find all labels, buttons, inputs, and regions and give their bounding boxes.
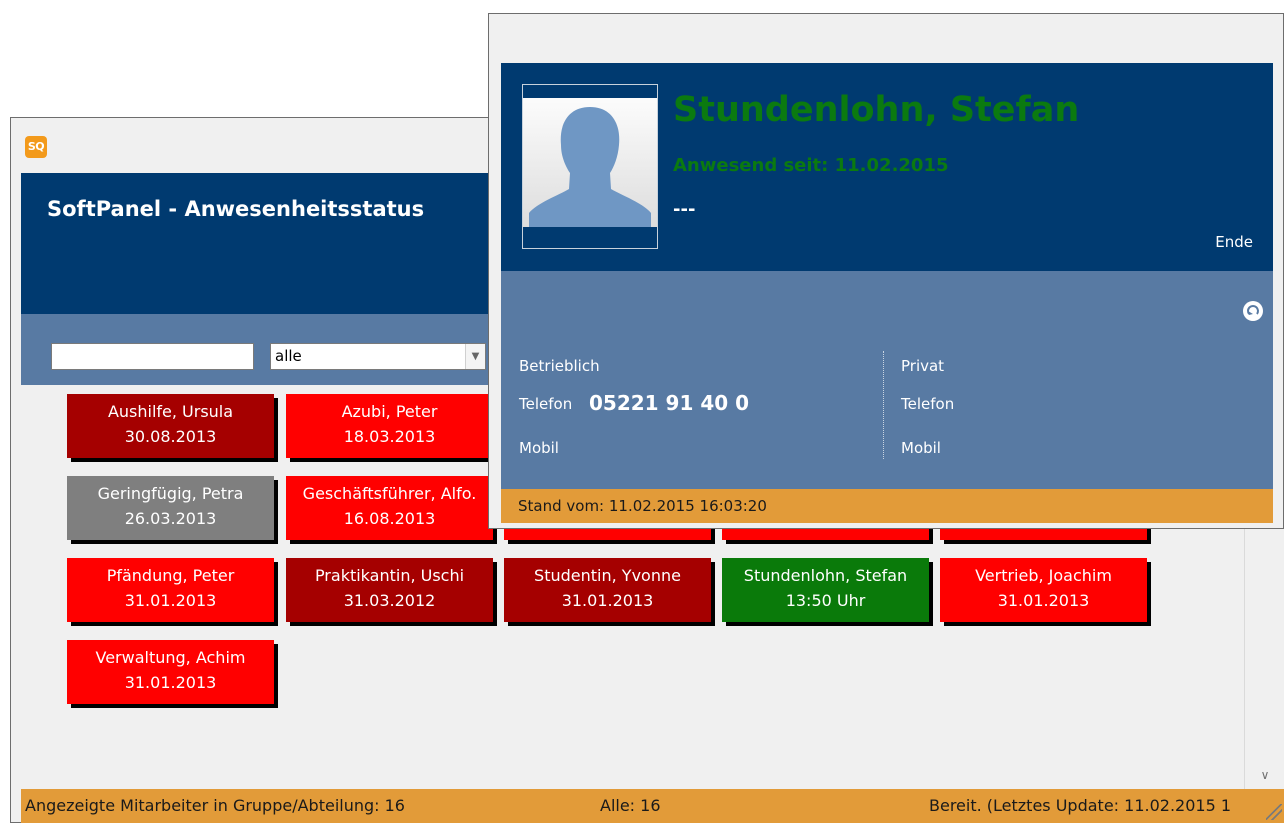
- employee-status-info: 31.01.2013: [124, 591, 217, 610]
- employee-name: Geschäftsführer, Alfo.: [302, 484, 477, 503]
- status-bar: Angezeigte Mitarbeiter in Gruppe/Abteilu…: [21, 789, 1284, 823]
- employee-status-info: 30.08.2013: [124, 427, 217, 446]
- popup-header: Stundenlohn, Stefan Anwesend seit: 11.02…: [501, 63, 1273, 271]
- employee-tile[interactable]: Pfändung, Peter 31.01.2013: [67, 558, 274, 622]
- employee-tile[interactable]: Geschäftsführer, Alfo. 16.08.2013: [286, 476, 493, 540]
- person-silhouette-icon: [523, 85, 657, 248]
- employee-status-info: 16.08.2013: [343, 509, 436, 528]
- employee-tile[interactable]: Stundenlohn, Stefan 13:50 Uhr: [722, 558, 929, 622]
- employee-name: Geringfügig, Petra: [97, 484, 244, 503]
- employee-tile[interactable]: Vertrieb, Joachim 31.01.2013: [940, 558, 1147, 622]
- info-text: ---: [673, 199, 696, 220]
- employee-status-info: 31.01.2013: [997, 591, 1090, 610]
- employee-name: Studentin, Yvonne: [534, 566, 681, 585]
- private-phone-label: Telefon: [901, 395, 955, 413]
- employee-tile[interactable]: Praktikantin, Uschi 31.03.2012: [286, 558, 493, 622]
- employee-status-info: 13:50 Uhr: [785, 591, 866, 610]
- private-heading: Privat: [901, 357, 945, 375]
- employee-tile[interactable]: Studentin, Yvonne 31.01.2013: [504, 558, 711, 622]
- business-phone-label: Telefon: [519, 395, 573, 413]
- group-select[interactable]: alle ▼: [270, 343, 486, 370]
- business-mobile-label: Mobil: [519, 439, 559, 457]
- employee-status-info: 31.01.2013: [124, 673, 217, 692]
- employee-detail-popup: Stundenlohn, Stefan Anwesend seit: 11.02…: [488, 13, 1284, 529]
- popup-timestamp: Stand vom: 11.02.2015 16:03:20: [518, 497, 767, 515]
- search-input[interactable]: [51, 343, 254, 370]
- app-logo-icon: SQ: [25, 136, 47, 158]
- scroll-down-icon[interactable]: ∨: [1245, 761, 1284, 789]
- employee-tile[interactable]: Aushilfe, Ursula 30.08.2013: [67, 394, 274, 458]
- employee-name: Praktikantin, Uschi: [314, 566, 465, 585]
- employee-name: Aushilfe, Ursula: [107, 402, 234, 421]
- employee-name: Pfändung, Peter: [106, 566, 235, 585]
- employee-status-info: 26.03.2013: [124, 509, 217, 528]
- employee-status-info: 18.03.2013: [343, 427, 436, 446]
- group-select-value: alle: [275, 347, 302, 365]
- avatar: [522, 84, 658, 249]
- dropdown-arrow-icon[interactable]: ▼: [465, 344, 485, 369]
- employee-status-info: 31.01.2013: [561, 591, 654, 610]
- resize-grip-icon[interactable]: [1266, 804, 1282, 820]
- business-phone-value: 05221 91 40 0: [589, 391, 750, 415]
- employee-status-info: 31.03.2012: [343, 591, 436, 610]
- employee-name: Vertrieb, Joachim: [975, 566, 1112, 585]
- private-mobile-label: Mobil: [901, 439, 941, 457]
- presence-status: Anwesend seit: 11.02.2015: [673, 155, 949, 176]
- popup-status-bar: Stand vom: 11.02.2015 16:03:20: [501, 489, 1273, 523]
- column-divider: [883, 351, 884, 459]
- app-title: SoftPanel - Anwesenheitsstatus: [47, 197, 425, 221]
- contact-panel: Betrieblich Telefon 05221 91 40 0 Mobil …: [501, 271, 1273, 489]
- employee-name: Verwaltung, Achim: [95, 648, 246, 667]
- end-button[interactable]: Ende: [1215, 233, 1253, 251]
- employee-count-label: Angezeigte Mitarbeiter in Gruppe/Abteilu…: [25, 796, 405, 815]
- employee-tile[interactable]: Geringfügig, Petra 26.03.2013: [67, 476, 274, 540]
- employee-tile[interactable]: Verwaltung, Achim 31.01.2013: [67, 640, 274, 704]
- refresh-icon[interactable]: [1243, 301, 1263, 321]
- business-heading: Betrieblich: [519, 357, 600, 375]
- employee-name: Stundenlohn, Stefan: [743, 566, 908, 585]
- ready-status-label: Bereit. (Letztes Update: 11.02.2015 1: [929, 796, 1232, 815]
- person-name: Stundenlohn, Stefan: [673, 90, 1080, 130]
- all-count-label: Alle: 16: [600, 796, 661, 815]
- employee-tile[interactable]: Azubi, Peter 18.03.2013: [286, 394, 493, 458]
- employee-name: Azubi, Peter: [341, 402, 438, 421]
